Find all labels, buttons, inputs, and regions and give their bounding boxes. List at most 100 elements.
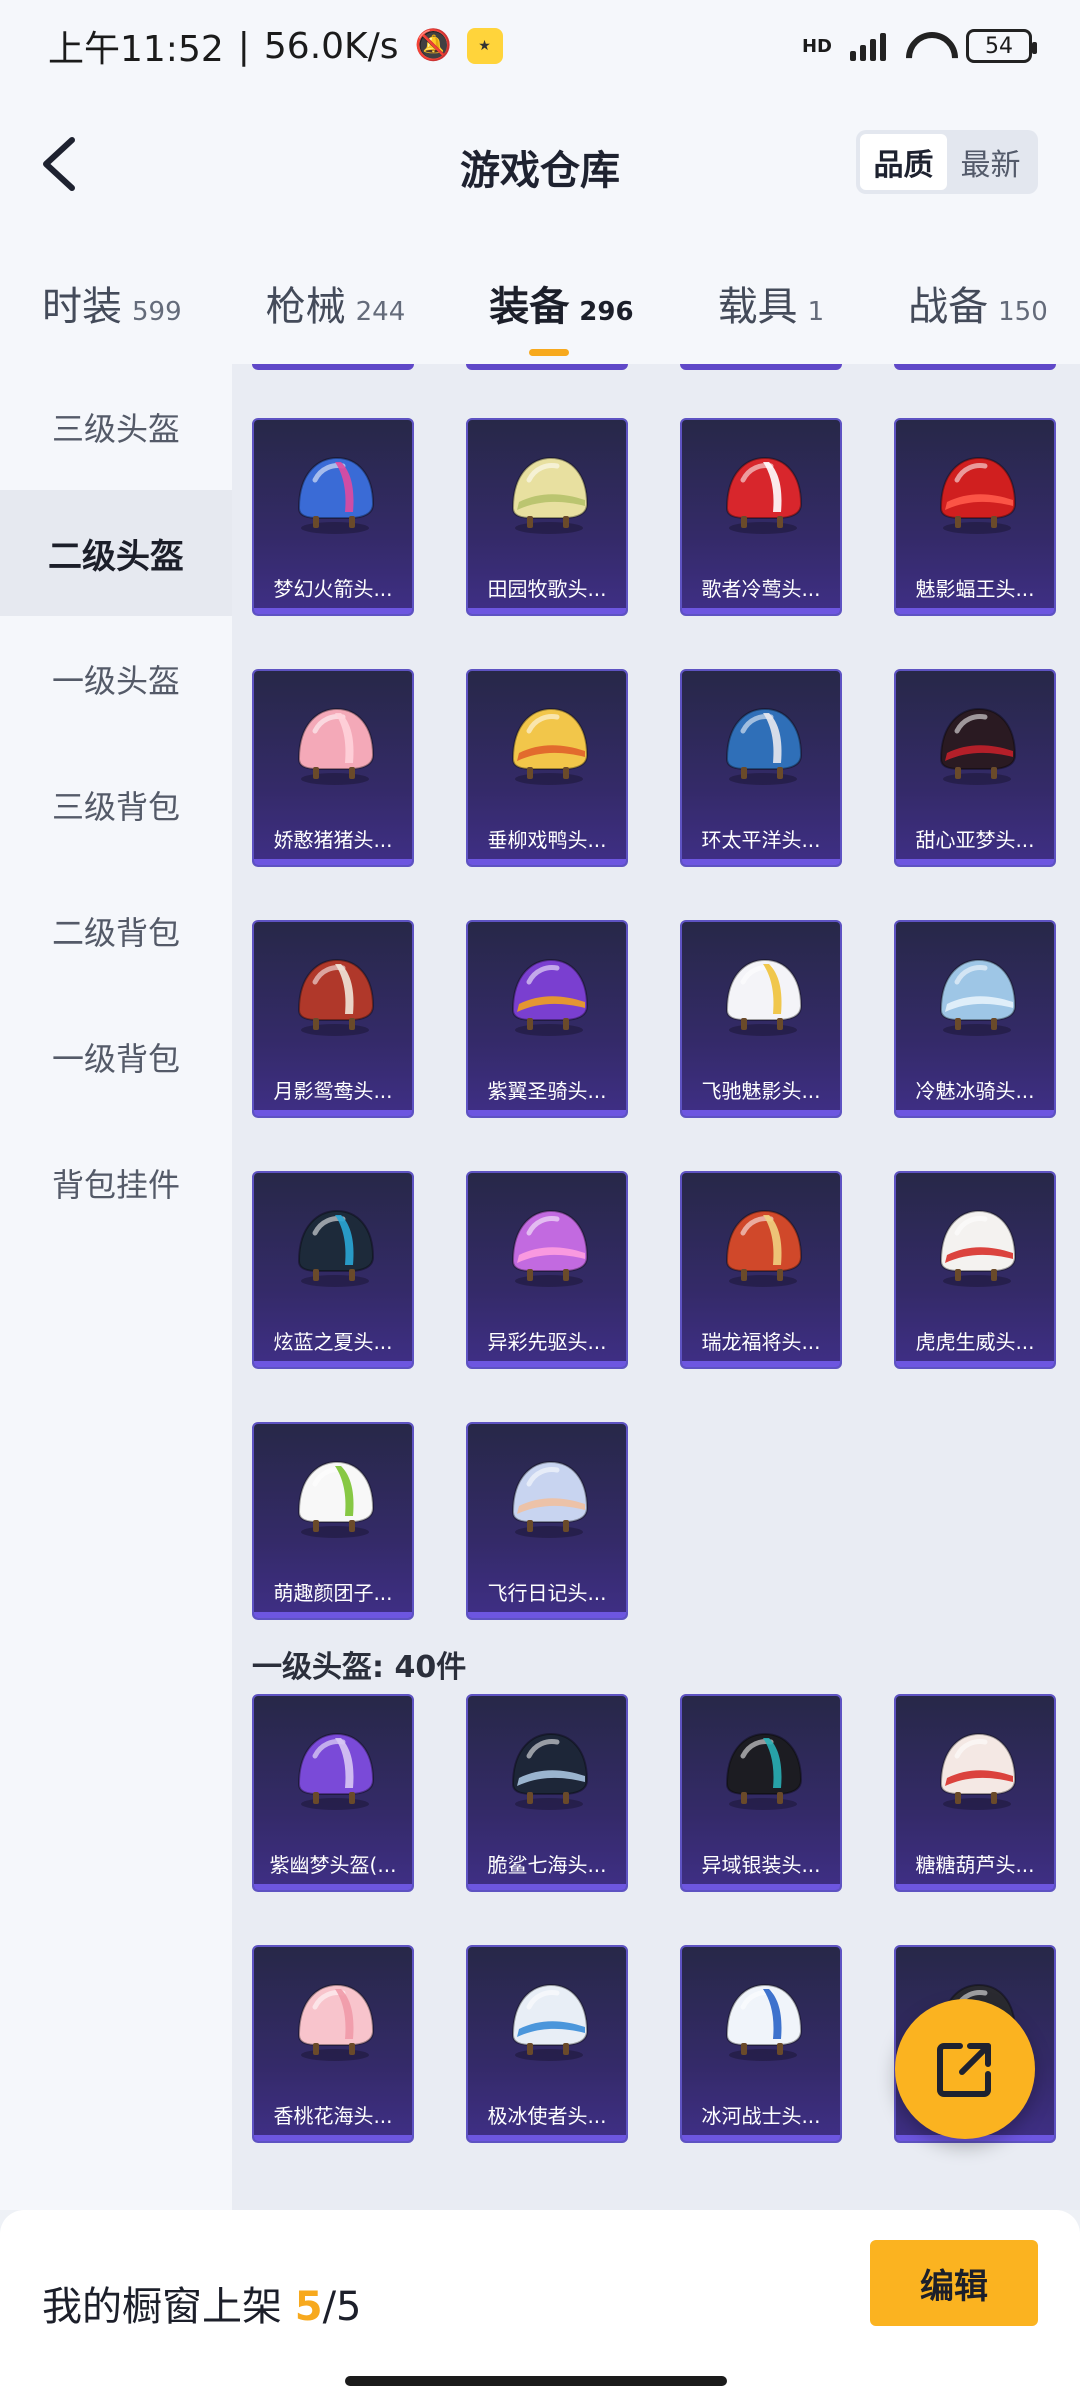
status-time: 上午11:52	[48, 29, 224, 70]
app-header: 游戏仓库 品质 最新	[0, 92, 1080, 242]
item-name: 飞驰魅影头...	[701, 1079, 821, 1103]
tab-vehicles[interactable]: 载具 1	[718, 274, 825, 332]
sidebar-item-level2-helmet[interactable]: 二级头盔	[0, 490, 232, 616]
mute-icon	[413, 26, 453, 66]
item-name: 冷魅冰骑头...	[915, 1079, 1035, 1103]
item-name: 紫幽梦头盔(...	[269, 1853, 397, 1877]
item-name: 异彩先驱头...	[487, 1330, 607, 1354]
showcase-label: 我的橱窗上架	[42, 2284, 282, 2330]
singer-helmet-icon	[725, 456, 803, 534]
tab-count: 244	[355, 297, 406, 327]
helmet-item-card[interactable]: 极冰使者头...	[466, 1945, 628, 2143]
helmet-item-card[interactable]: 月影鸳鸯头...	[252, 920, 414, 1118]
tab-label: 装备	[489, 284, 570, 330]
pacific-helmet-icon	[725, 707, 803, 785]
helmet-item-card[interactable]: 飞行日记头...	[466, 1422, 628, 1620]
tab-firearms[interactable]: 枪械 244	[266, 274, 406, 332]
sweetheart-helmet-icon	[939, 707, 1017, 785]
helmet-item-card[interactable]: 飞驰魅影头...	[680, 920, 842, 1118]
status-speed: 56.0K/s	[263, 25, 399, 67]
item-name: 飞行日记头...	[487, 1581, 607, 1605]
flight-diary-helmet-icon	[511, 1460, 589, 1538]
item-name: 炫蓝之夏头...	[273, 1330, 393, 1354]
previous-row-edge	[232, 364, 1080, 376]
helmet-item-card[interactable]: 瑞龙福将头...	[680, 1171, 842, 1369]
mandarin-duck-helmet-icon	[297, 958, 375, 1036]
item-name: 垂柳戏鸭头...	[487, 828, 607, 852]
pig-helmet-icon	[297, 707, 375, 785]
helmet-item-card[interactable]: 紫翼圣骑头...	[466, 920, 628, 1118]
item-name: 梦幻火箭头...	[273, 577, 393, 601]
helmet-item-card[interactable]: 甜心亚梦头...	[894, 669, 1056, 867]
helmet-item-card[interactable]: 魅影蝠王头...	[894, 418, 1056, 616]
wifi-icon	[904, 30, 948, 62]
showcase-separator: /	[322, 2284, 337, 2330]
helmet-item-card[interactable]: 虎虎生威头...	[894, 1171, 1056, 1369]
bat-helmet-icon	[939, 456, 1017, 534]
blue-summer-helmet-icon	[297, 1209, 375, 1287]
tab-label: 战备	[908, 284, 989, 330]
helmet-item-card[interactable]: 糖糖葫芦头...	[894, 1694, 1056, 1892]
item-name: 瑞龙福将头...	[701, 1330, 821, 1354]
sidebar-item-level2-backpack[interactable]: 二级背包	[0, 868, 232, 994]
purple-dream-helmet-icon	[297, 1732, 375, 1810]
battery-level: 54	[985, 33, 1013, 59]
helmet-item-card[interactable]: 冰河战士头...	[680, 1945, 842, 2143]
showcase-current: 5	[294, 2284, 323, 2330]
helmet-item-card[interactable]: 异域银装头...	[680, 1694, 842, 1892]
helmet-item-card[interactable]: 异彩先驱头...	[466, 1171, 628, 1369]
helmet-item-card[interactable]: 田园牧歌头...	[466, 418, 628, 616]
bottom-bar: 我的橱窗上架 5/5 编辑	[0, 2210, 1080, 2400]
helmet-item-card[interactable]: 冷魅冰骑头...	[894, 920, 1056, 1118]
sort-option-quality[interactable]: 品质	[860, 134, 947, 190]
tab-outfits[interactable]: 时装 599	[42, 274, 182, 332]
tab-count: 599	[132, 297, 182, 327]
dragon-helmet-icon	[725, 1209, 803, 1287]
helmet-item-card[interactable]: 炫蓝之夏头...	[252, 1171, 414, 1369]
subcategory-sidebar: 三级头盔 二级头盔 一级头盔 三级背包 二级背包 一级背包 背包挂件	[0, 364, 232, 2210]
tab-label: 时装	[42, 284, 122, 330]
tab-supplies[interactable]: 战备 150	[908, 274, 1048, 332]
share-button[interactable]	[895, 1999, 1035, 2139]
sort-option-newest[interactable]: 最新	[947, 134, 1034, 190]
tab-count: 150	[998, 297, 1048, 327]
sidebar-item-level1-backpack[interactable]: 一级背包	[0, 994, 232, 1120]
ice-knight-helmet-icon	[939, 958, 1017, 1036]
helmet-item-card[interactable]: 娇憨猪猪头...	[252, 669, 414, 867]
ice-envoy-helmet-icon	[511, 1983, 589, 2061]
purple-knight-helmet-icon	[511, 958, 589, 1036]
helmet-item-card[interactable]: 歌者冷莺头...	[680, 418, 842, 616]
item-name: 紫翼圣骑头...	[487, 1079, 607, 1103]
helmet-item-card[interactable]: 环太平洋头...	[680, 669, 842, 867]
status-bar: 上午11:52 | 56.0K/s ★ HD 54	[0, 0, 1080, 92]
pioneer-helmet-icon	[511, 1209, 589, 1287]
edit-button[interactable]: 编辑	[870, 2240, 1038, 2326]
item-name: 甜心亚梦头...	[915, 828, 1035, 852]
item-name: 脆鲨七海头...	[487, 1853, 607, 1877]
helmet-item-card[interactable]: 脆鲨七海头...	[466, 1694, 628, 1892]
item-name: 极冰使者头...	[487, 2104, 607, 2128]
item-grid: 一级头盔: 40件 梦幻火箭头... 田园牧歌头... 歌者冷莺头... 魅影蝠王头.…	[232, 364, 1080, 2210]
tab-label: 载具	[717, 284, 798, 330]
tab-equipment[interactable]: 装备 296	[489, 274, 633, 332]
rocket-helmet-icon	[297, 456, 375, 534]
sidebar-item-level3-helmet[interactable]: 三级头盔	[0, 364, 232, 490]
helmet-item-card[interactable]: 香桃花海头...	[252, 1945, 414, 2143]
item-name: 娇憨猪猪头...	[273, 828, 393, 852]
item-name: 糖糖葫芦头...	[915, 1853, 1035, 1877]
helmet-item-card[interactable]: 垂柳戏鸭头...	[466, 669, 628, 867]
status-divider: |	[237, 25, 250, 67]
home-indicator[interactable]	[345, 2376, 727, 2386]
item-name: 田园牧歌头...	[487, 577, 607, 601]
helmet-item-card[interactable]: 萌趣颜团子...	[252, 1422, 414, 1620]
showcase-total: 5	[336, 2284, 362, 2330]
helmet-item-card[interactable]: 紫幽梦头盔(...	[252, 1694, 414, 1892]
sidebar-item-level1-helmet[interactable]: 一级头盔	[0, 616, 232, 742]
item-name: 萌趣颜团子...	[273, 1581, 393, 1605]
sidebar-item-level3-backpack[interactable]: 三级背包	[0, 742, 232, 868]
tiger-helmet-icon	[939, 1209, 1017, 1287]
item-name: 魅影蝠王头...	[915, 577, 1035, 601]
helmet-item-card[interactable]: 梦幻火箭头...	[252, 418, 414, 616]
item-name: 月影鸳鸯头...	[273, 1079, 393, 1103]
sidebar-item-backpack-charm[interactable]: 背包挂件	[0, 1120, 232, 1246]
